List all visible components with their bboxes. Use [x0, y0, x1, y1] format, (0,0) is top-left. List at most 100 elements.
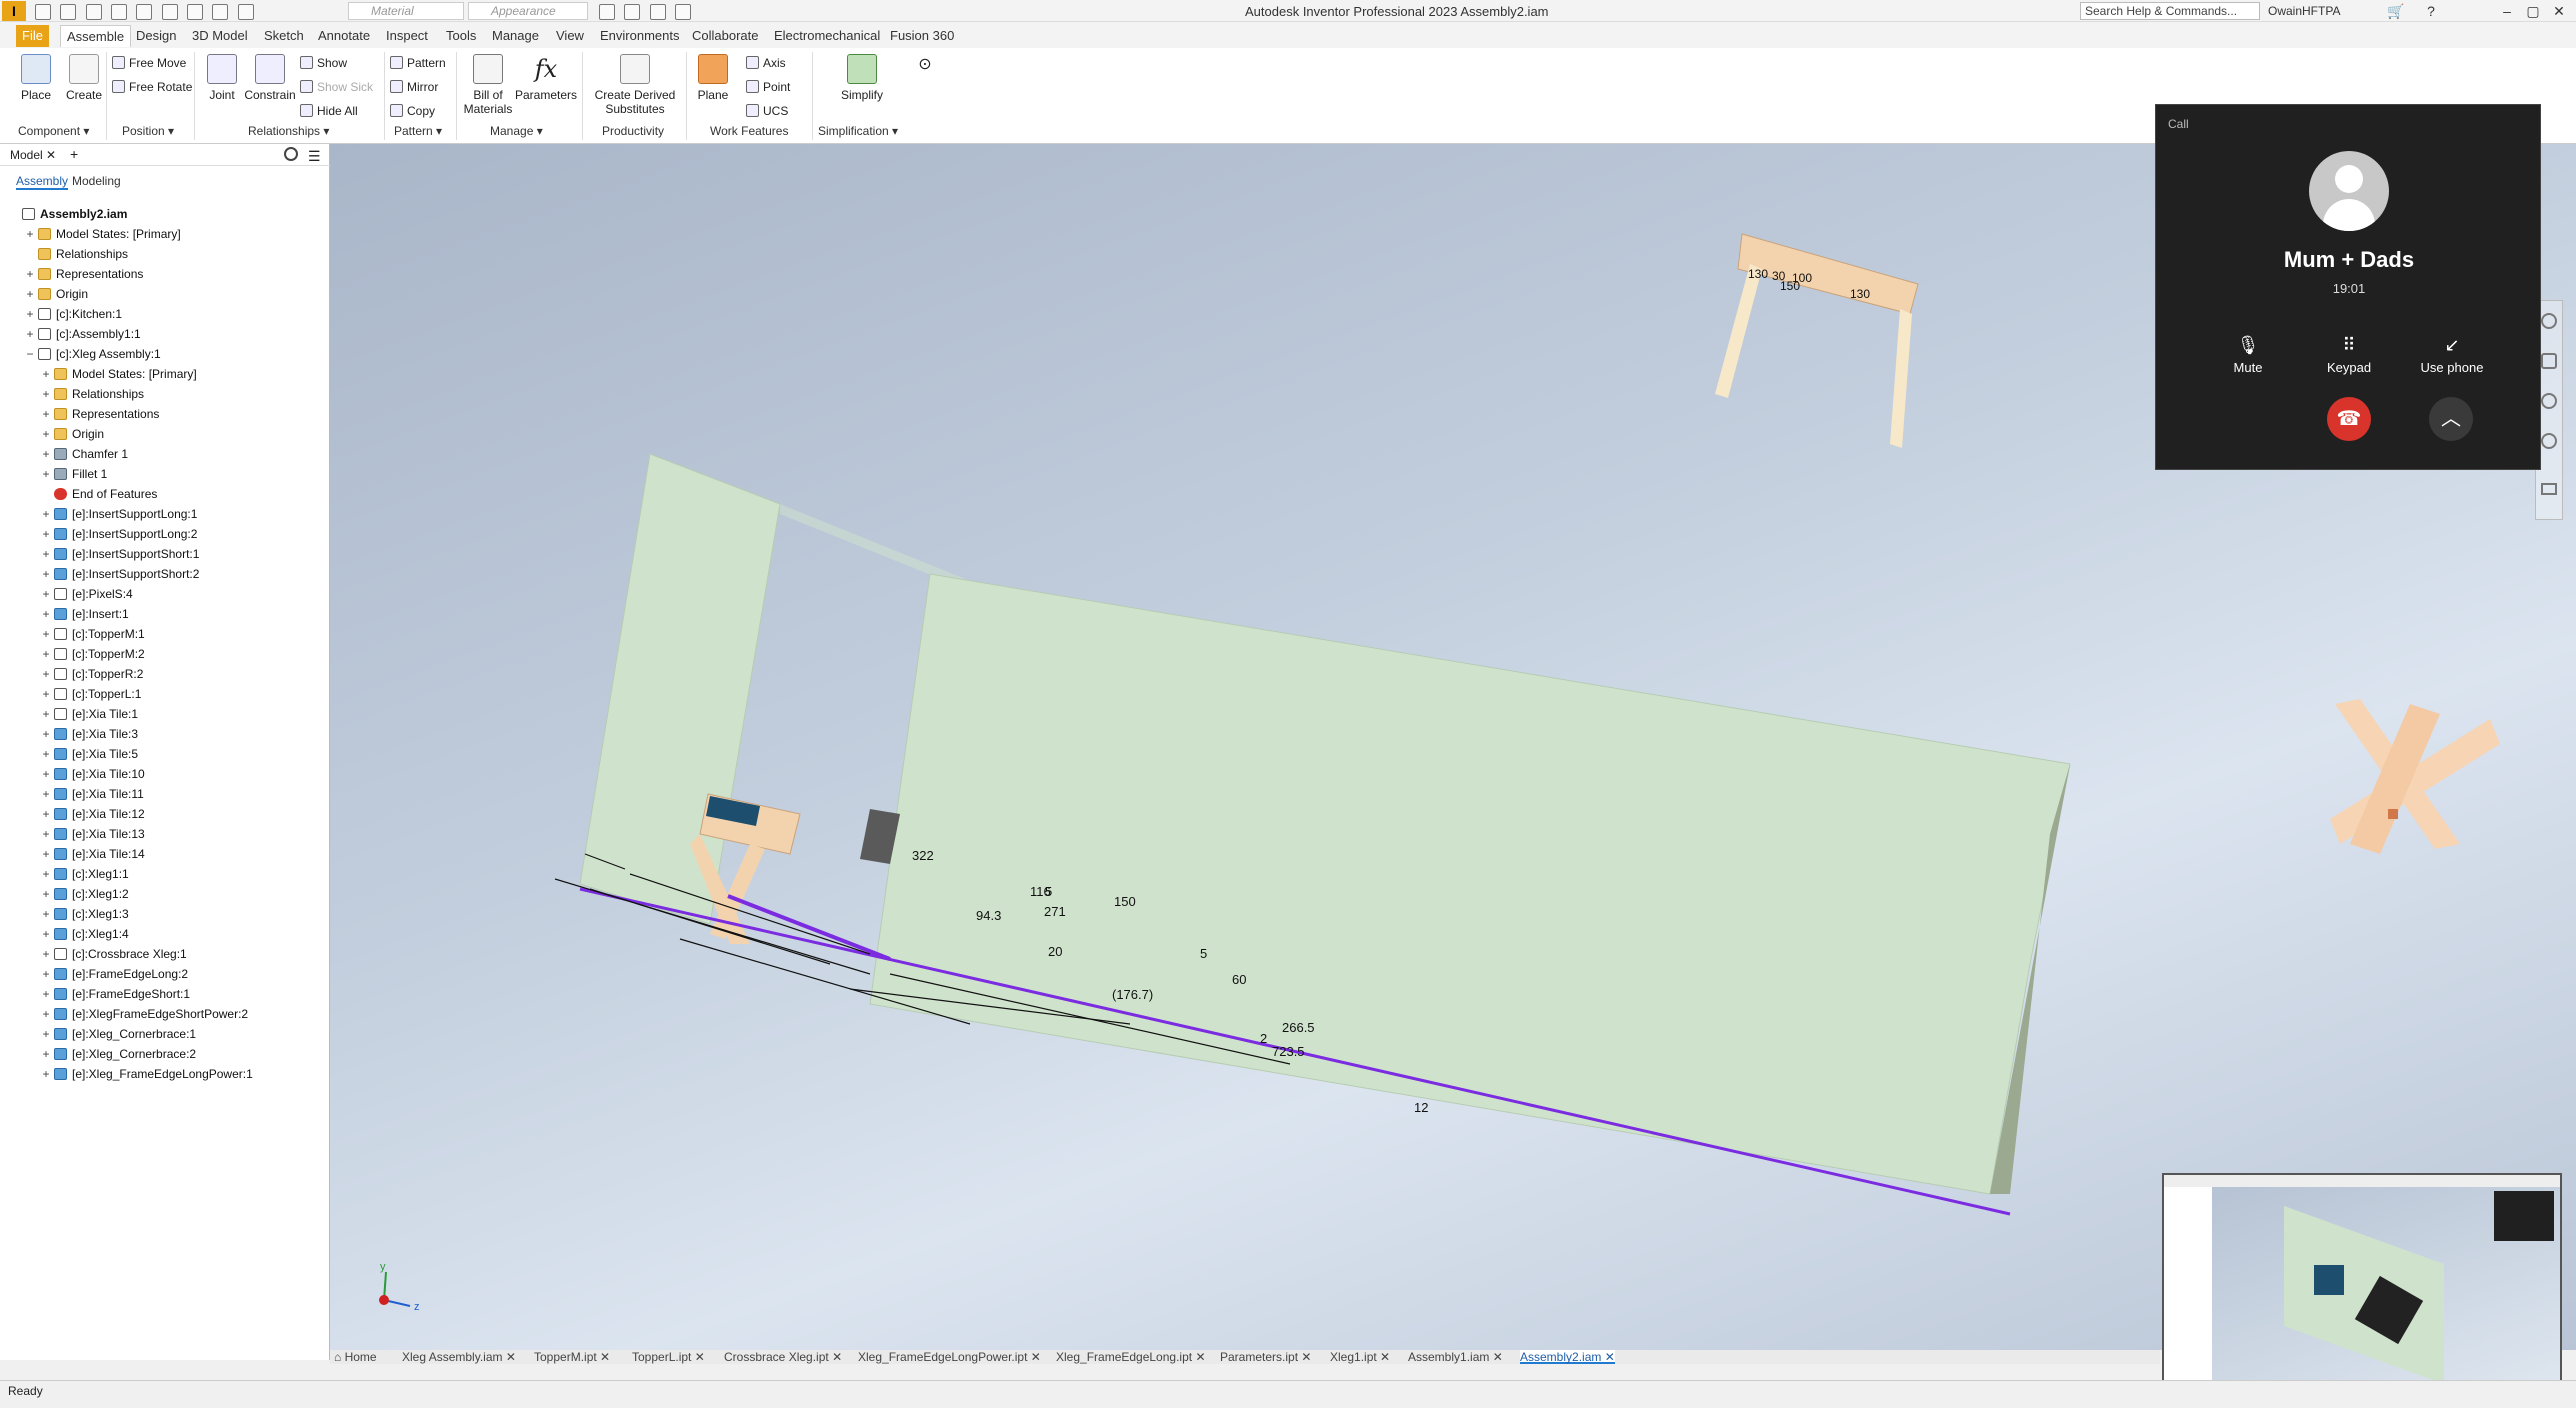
minimize-button[interactable]: – [2496, 2, 2518, 20]
tab-close-icon[interactable]: ✕ [1380, 1350, 1390, 1364]
show-button[interactable]: Show [300, 54, 347, 72]
doc-tab[interactable]: TopperL.ipt ✕ [632, 1350, 705, 1364]
color-wheel-icon[interactable] [599, 3, 615, 20]
redo-icon[interactable] [136, 3, 153, 20]
tree-node[interactable]: + [e]:Xia Tile:13 [0, 824, 330, 844]
select-icon[interactable] [212, 3, 229, 20]
bill-of-materials-button[interactable]: Bill of Materials [460, 54, 516, 116]
doc-tab[interactable]: Assembly1.iam ✕ [1408, 1350, 1503, 1364]
tree-node[interactable]: + Origin [0, 424, 330, 444]
orbit-icon[interactable] [2541, 433, 2557, 449]
browser-tab-close-icon[interactable]: ✕ [46, 148, 56, 162]
tree-node[interactable]: + Representations [0, 404, 330, 424]
expand-icon[interactable]: + [40, 524, 52, 544]
tab-view[interactable]: View [550, 25, 590, 47]
expand-icon[interactable]: + [40, 364, 52, 384]
plane-button[interactable]: Plane [692, 54, 734, 102]
tab-close-icon[interactable]: ✕ [1301, 1350, 1311, 1364]
tree-node[interactable]: + Representations [0, 264, 330, 284]
expand-icon[interactable]: + [40, 764, 52, 784]
tree-node[interactable]: Assembly2.iam [0, 204, 330, 224]
expand-icon[interactable]: + [40, 1064, 52, 1084]
expand-icon[interactable]: + [40, 1044, 52, 1064]
tab-close-icon[interactable]: ✕ [600, 1350, 610, 1364]
expand-icon[interactable]: + [40, 904, 52, 924]
place-button[interactable]: Place [14, 54, 58, 102]
tab-close-icon[interactable]: ✕ [506, 1350, 516, 1364]
tree-node[interactable]: + [c]:Crossbrace Xleg:1 [0, 944, 330, 964]
expand-icon[interactable]: + [40, 684, 52, 704]
open-file-icon[interactable] [60, 3, 77, 20]
expand-icon[interactable]: + [40, 544, 52, 564]
expand-call-button[interactable]: ︿ [2429, 397, 2473, 441]
tab-3d-model[interactable]: 3D Model [186, 25, 254, 47]
dim-label[interactable]: 94.3 [976, 908, 1001, 923]
expand-icon[interactable]: + [40, 704, 52, 724]
simplify-button[interactable]: Simplify [834, 54, 890, 102]
use-phone-button[interactable]: ↙ Use phone [2412, 335, 2492, 375]
tree-node[interactable]: + [e]:Xia Tile:1 [0, 704, 330, 724]
tab-close-icon[interactable]: ✕ [1605, 1350, 1615, 1364]
dim-label[interactable]: 150 [1114, 894, 1136, 909]
tree-node[interactable]: Relationships [0, 244, 330, 264]
expand-icon[interactable]: + [40, 884, 52, 904]
tab-annotate[interactable]: Annotate [312, 25, 376, 47]
browser-search-icon[interactable] [284, 147, 298, 161]
doc-tab[interactable]: Xleg_FrameEdgeLong.ipt ✕ [1056, 1350, 1206, 1364]
mirror-button[interactable]: Mirror [390, 78, 438, 96]
group-label-relationships[interactable]: Relationships ▾ [248, 124, 329, 138]
tree-node[interactable]: + [c]:TopperR:2 [0, 664, 330, 684]
mute-button[interactable]: 🎙 Mute [2208, 335, 2288, 375]
free-rotate-button[interactable]: Free Rotate [112, 78, 192, 96]
expand-icon[interactable]: + [24, 304, 36, 324]
tree-node[interactable]: − [c]:Xleg Assembly:1 [0, 344, 330, 364]
expand-icon[interactable]: + [40, 844, 52, 864]
pan-icon[interactable] [2541, 353, 2557, 369]
dim-label[interactable]: 130 [1748, 267, 1768, 281]
group-label-simplification[interactable]: Simplification ▾ [818, 124, 898, 138]
dim-label[interactable]: 5 [1200, 946, 1207, 961]
tree-node[interactable]: + [c]:TopperM:2 [0, 644, 330, 664]
undo-icon[interactable] [111, 3, 128, 20]
tree-node[interactable]: + [c]:TopperL:1 [0, 684, 330, 704]
doc-tab[interactable]: Xleg Assembly.iam ✕ [402, 1350, 516, 1364]
axis-button[interactable]: Axis [746, 54, 786, 72]
tab-environments[interactable]: Environments [594, 25, 685, 47]
expand-icon[interactable]: + [40, 864, 52, 884]
free-move-button[interactable]: Free Move [112, 54, 186, 72]
expand-icon[interactable]: + [24, 224, 36, 244]
expand-icon[interactable]: + [40, 804, 52, 824]
expand-icon[interactable]: + [40, 744, 52, 764]
joint-button[interactable]: Joint [200, 54, 244, 102]
group-label-manage[interactable]: Manage ▾ [490, 124, 543, 138]
browser-add-tab-icon[interactable]: + [70, 146, 78, 162]
tree-node[interactable]: + Origin [0, 284, 330, 304]
expand-icon[interactable]: + [40, 584, 52, 604]
tree-node[interactable]: + [c]:Kitchen:1 [0, 304, 330, 324]
expand-icon[interactable]: + [40, 444, 52, 464]
tree-node[interactable]: + Model States: [Primary] [0, 224, 330, 244]
tab-close-icon[interactable]: ✕ [1031, 1350, 1041, 1364]
home-icon[interactable] [161, 3, 178, 20]
expand-icon[interactable]: + [40, 504, 52, 524]
tab-manage[interactable]: Manage [486, 25, 545, 47]
dim-label[interactable]: 723.5 [1272, 1044, 1305, 1059]
dim-label[interactable]: 266.5 [1282, 1020, 1315, 1035]
save-icon[interactable] [85, 3, 102, 20]
doc-tab[interactable]: Parameters.ipt ✕ [1220, 1350, 1311, 1364]
tree-node[interactable]: + [c]:Xleg1:4 [0, 924, 330, 944]
tree-node[interactable]: End of Features [0, 484, 330, 504]
zoom-icon[interactable] [2541, 393, 2557, 409]
doc-tab[interactable]: Xleg_FrameEdgeLongPower.ipt ✕ [858, 1350, 1041, 1364]
tree-node[interactable]: + [e]:InsertSupportShort:2 [0, 564, 330, 584]
browser-tab-model[interactable]: Model [10, 148, 43, 162]
expand-icon[interactable]: + [40, 624, 52, 644]
add-icon[interactable] [675, 3, 692, 20]
expand-icon[interactable]: + [40, 664, 52, 684]
doc-tab-active[interactable]: Assembly2.iam ✕ [1520, 1350, 1615, 1364]
browser-menu-icon[interactable]: ☰ [308, 148, 321, 165]
dim-label[interactable]: 2 [1260, 1031, 1267, 1046]
tree-node[interactable]: + Fillet 1 [0, 464, 330, 484]
tree-node[interactable]: + [e]:FrameEdgeLong:2 [0, 964, 330, 984]
cart-icon[interactable]: 🛒 [2385, 2, 2407, 20]
